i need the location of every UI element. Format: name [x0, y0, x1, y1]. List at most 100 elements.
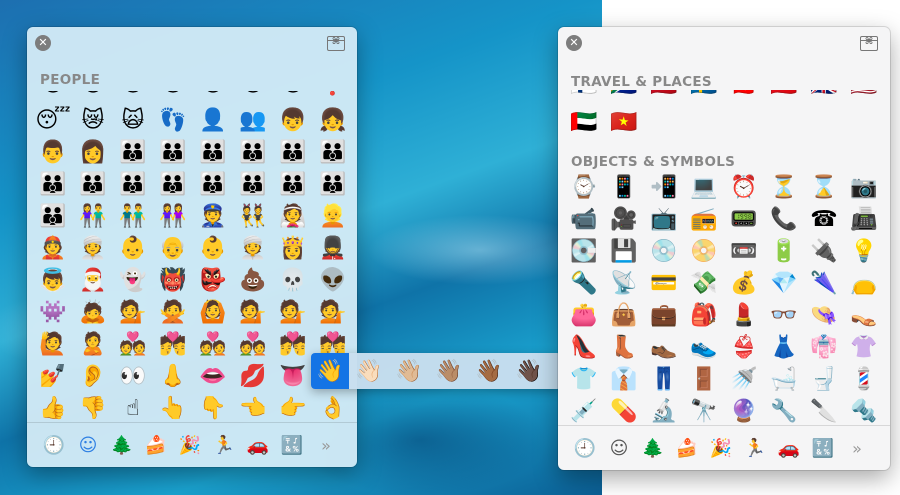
emoji-cell[interactable]: 👨 [33, 137, 73, 169]
emoji-cell[interactable]: 💁 [113, 297, 153, 329]
emoji-cell[interactable]: 💄 [724, 300, 764, 332]
emoji-cell[interactable]: 💾 [604, 236, 644, 268]
emoji-cell[interactable]: 👪 [33, 201, 73, 233]
emoji-cell[interactable]: 💳 [644, 268, 684, 300]
emoji-cell[interactable]: 📹 [564, 204, 604, 236]
party-popper-icon[interactable]: 🎉 [173, 430, 207, 460]
emoji-cell[interactable]: 🇸🇪 [684, 90, 724, 102]
emoji-cell[interactable]: 💈 [844, 364, 884, 396]
emoji-cell[interactable]: 💏 [153, 329, 193, 361]
emoji-cell[interactable]: 👩 [73, 137, 113, 169]
clock-icon[interactable]: 🕘 [568, 433, 602, 463]
emoji-cell[interactable]: 👙 [724, 332, 764, 364]
emoji-cell[interactable]: 📼 [724, 236, 764, 268]
emoji-cell[interactable]: 💏 [273, 329, 313, 361]
emoji-cell[interactable]: 💽 [564, 236, 604, 268]
emoji-cell[interactable]: 🔧 [764, 396, 804, 428]
emoji-cell[interactable]: 💅 [33, 361, 73, 393]
emoji-cell[interactable]: 💂 [313, 233, 353, 265]
emoji-cell[interactable]: 💑 [233, 329, 273, 361]
emoji-cell[interactable]: 👧 [313, 105, 353, 137]
emoji-cell[interactable]: 👪 [313, 169, 353, 201]
emoji-cell[interactable]: 🇺🇸 [844, 90, 884, 102]
emoji-cell[interactable]: 🔬 [644, 396, 684, 428]
character-viewer-icon[interactable]: ⌘ [860, 36, 878, 51]
emoji-cell[interactable]: 💋 [233, 361, 273, 393]
emoji-cell[interactable]: 😊 [233, 91, 273, 101]
emoji-cell[interactable]: 👪 [233, 137, 273, 169]
emoji-cell[interactable]: 👫 [73, 201, 113, 233]
emoji-cell[interactable]: 👽 [313, 265, 353, 297]
emoji-cell[interactable]: 💩 [233, 265, 273, 297]
emoji-cell[interactable]: 🙆 [193, 297, 233, 329]
emoji-cell[interactable]: 🇫🇮 [564, 90, 604, 102]
emoji-cell[interactable]: 👪 [33, 169, 73, 201]
emoji-cell[interactable]: 🔭 [684, 396, 724, 428]
emoji-cell[interactable]: 👅 [273, 361, 313, 393]
emoji-cell[interactable]: 💰 [724, 268, 764, 300]
emoji-cell[interactable]: 👂 [73, 361, 113, 393]
emoji-cell[interactable]: 👡 [844, 300, 884, 332]
emoji-cell[interactable]: 🇬🇧 [804, 90, 844, 102]
emoji-cell[interactable]: ⏰ [724, 172, 764, 204]
emoji-cell[interactable]: 👇 [193, 393, 233, 425]
emoji-cell[interactable]: 💡 [844, 236, 884, 268]
emoji-cell[interactable]: 😿 [73, 105, 113, 137]
emoji-cell[interactable]: 📷 [844, 172, 884, 204]
emoji-cell[interactable]: 🙀 [153, 91, 193, 101]
emoji-cell[interactable]: 👱 [313, 201, 353, 233]
emoji-cell[interactable]: 👪 [113, 169, 153, 201]
emoji-cell[interactable]: 📱 [604, 172, 644, 204]
emoji-cell[interactable]: 💁 [233, 297, 273, 329]
emoji-cell[interactable]: 🎒 [684, 300, 724, 332]
clock-icon[interactable]: 🕘 [37, 430, 71, 460]
emoji-cell[interactable]: 📺 [644, 204, 684, 236]
emoji-cell[interactable]: 📟 [724, 204, 764, 236]
emoji-cell[interactable]: 💼 [644, 300, 684, 332]
emoji-cell[interactable]: 🇻🇳 [604, 107, 644, 139]
emoji-cell[interactable]: 💎 [764, 268, 804, 300]
emoji-cell[interactable]: 👎 [73, 393, 113, 425]
close-icon[interactable]: ✕ [566, 35, 582, 51]
emoji-cell[interactable]: 👀 [113, 361, 153, 393]
emoji-cell[interactable]: 🇨🇭 [724, 90, 764, 102]
emoji-cell[interactable]: 🙅 [153, 297, 193, 329]
emoji-cell[interactable]: 👜 [604, 300, 644, 332]
emoji-cell[interactable]: 💁 [273, 297, 313, 329]
skin-tone-option[interactable]: 👋🏼 [389, 353, 429, 389]
more-chevron-icon[interactable]: » [309, 430, 343, 460]
emoji-cell[interactable]: 👪 [193, 169, 233, 201]
emoji-cell[interactable]: 👍 [33, 393, 73, 425]
emoji-cell[interactable]: ⏳ [764, 172, 804, 204]
emoji-cell[interactable]: 🎅 [73, 265, 113, 297]
emoji-cell[interactable]: 👮 [193, 201, 233, 233]
emoji-cell[interactable]: 📞 [764, 204, 804, 236]
emoji-cell[interactable]: 👞 [644, 332, 684, 364]
emoji-cell[interactable]: 👹 [153, 265, 193, 297]
emoji-cell[interactable]: 💑 [193, 329, 233, 361]
emoji-cell[interactable]: 💑 [113, 329, 153, 361]
emoji-cell[interactable]: 👰 [273, 201, 313, 233]
emoji-cell[interactable]: 💸 [684, 268, 724, 300]
emoji-cell[interactable]: 👄 [193, 361, 233, 393]
emoji-cell[interactable]: 👠 [564, 332, 604, 364]
emoji-cell[interactable]: 👼 [33, 265, 73, 297]
emoji-cell[interactable]: 👛 [564, 300, 604, 332]
emoji-cell[interactable]: 👉 [273, 393, 313, 425]
cake-icon[interactable]: 🍰 [139, 430, 173, 460]
character-viewer-icon[interactable]: ⌘ [327, 36, 345, 51]
runner-icon[interactable]: 🏃 [738, 433, 772, 463]
emoji-cell[interactable]: 🙇 [73, 297, 113, 329]
emoji-cell[interactable]: 👸 [273, 233, 313, 265]
emoji-cell[interactable]: 👪 [153, 137, 193, 169]
emoji-cell[interactable]: 🇹🇷 [764, 90, 804, 102]
car-icon[interactable]: 🚗 [772, 433, 806, 463]
emoji-cell[interactable]: 🔦 [564, 268, 604, 300]
emoji-cell[interactable]: 👗 [764, 332, 804, 364]
emoji-cell[interactable]: 👲 [33, 233, 73, 265]
symbols-icon[interactable]: 🔣 [275, 430, 309, 460]
emoji-cell[interactable]: 😄 [33, 91, 73, 101]
skin-tone-option[interactable]: 👋🏻 [349, 353, 389, 389]
emoji-cell[interactable]: 👪 [153, 169, 193, 201]
emoji-cell[interactable]: 👪 [233, 169, 273, 201]
